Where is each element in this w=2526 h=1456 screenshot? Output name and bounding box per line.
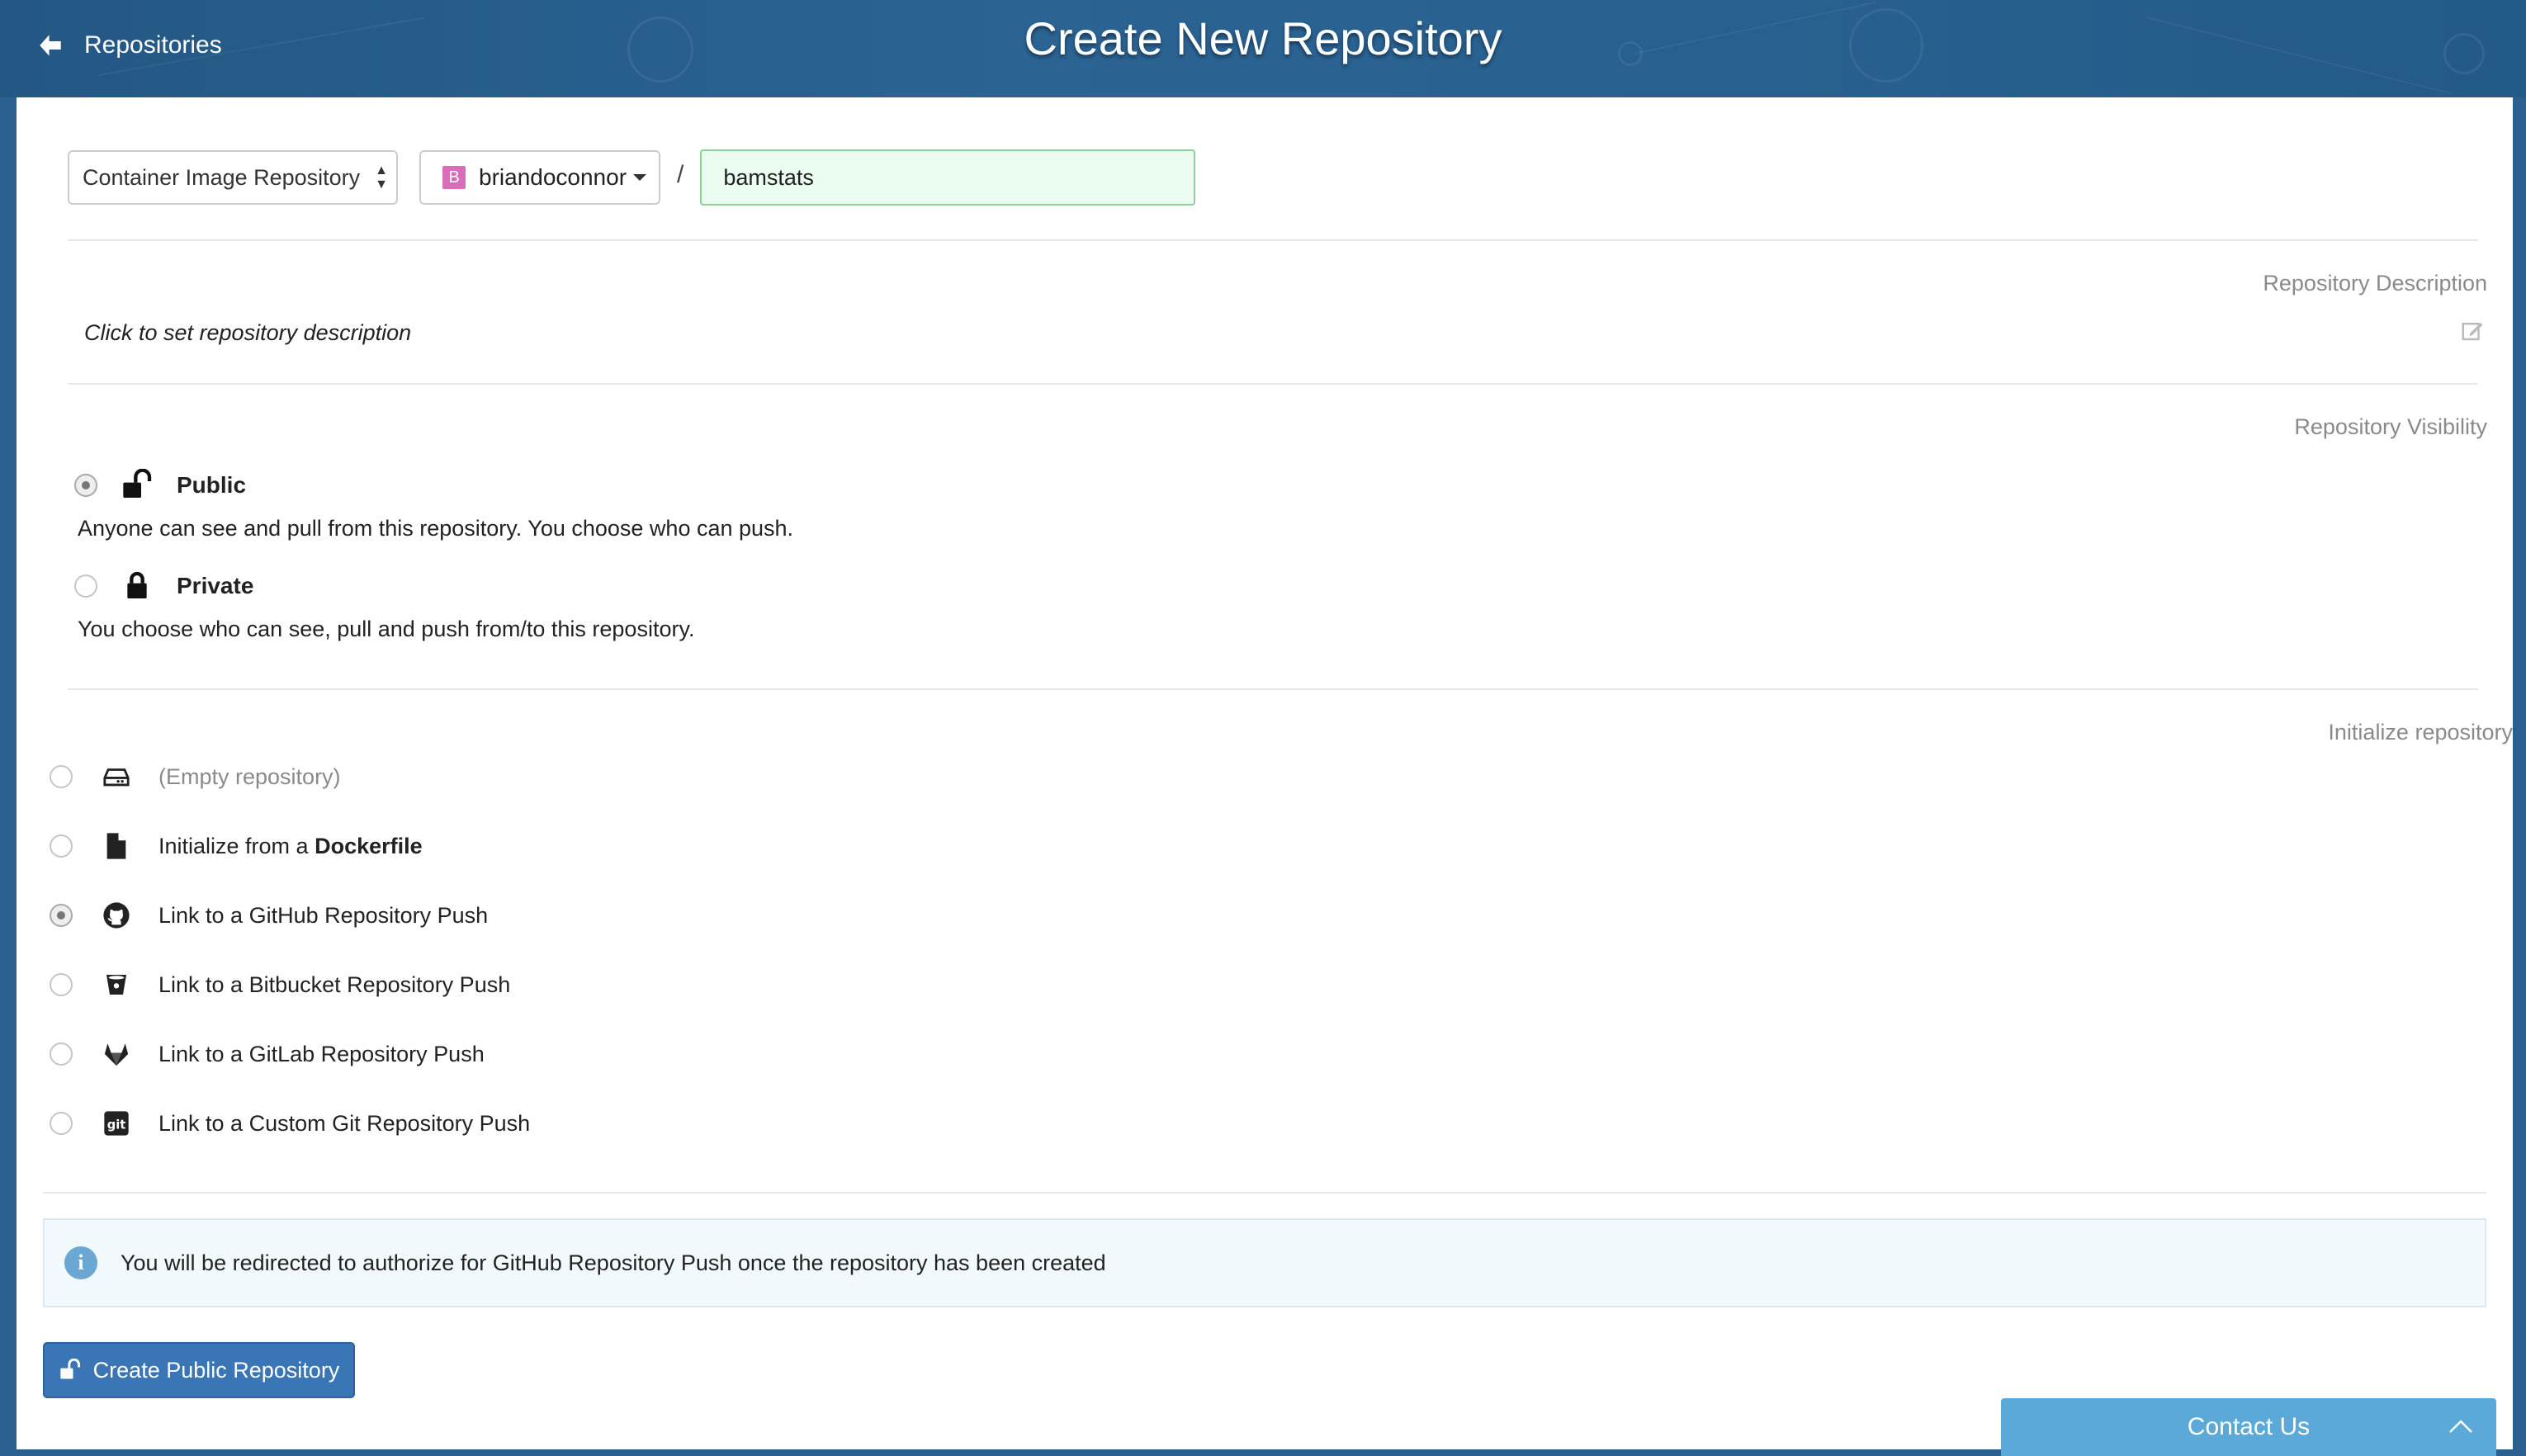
namespace-dropdown[interactable]: B briandoconnor <box>419 150 660 205</box>
repository-name-input[interactable] <box>700 149 1196 206</box>
github-radio[interactable] <box>50 904 73 927</box>
git-icon: git <box>101 1108 132 1139</box>
visibility-section-label: Repository Visibility <box>2294 414 2487 439</box>
init-option-dockerfile[interactable]: Initialize from a Dockerfile <box>50 830 423 862</box>
private-description: You choose who can see, pull and push fr… <box>78 617 695 641</box>
dockerfile-label: Initialize from a Dockerfile <box>158 834 423 859</box>
custom-git-radio[interactable] <box>50 1112 73 1135</box>
visibility-option-public[interactable]: Public <box>74 469 246 502</box>
repository-kind-value: Container Image Repository <box>83 164 361 190</box>
create-repo-panel: Container Image Repository ▲ ▼ B briandoc… <box>17 97 2513 1449</box>
svg-text:git: git <box>107 1118 126 1132</box>
contact-us-widget[interactable]: Contact Us <box>2001 1398 2496 1456</box>
description-editable-text[interactable]: Click to set repository description <box>84 320 411 346</box>
info-icon: i <box>64 1246 97 1279</box>
public-label: Public <box>177 472 247 498</box>
custom-git-label: Link to a Custom Git Repository Push <box>158 1110 531 1136</box>
bitbucket-label: Link to a Bitbucket Repository Push <box>158 971 511 997</box>
gitlab-label: Link to a GitLab Repository Push <box>158 1041 485 1066</box>
dockerfile-label-prefix: Initialize from a <box>158 833 315 858</box>
divider <box>68 239 2478 241</box>
repository-kind-select[interactable]: Container Image Repository ▲ ▼ <box>68 150 398 205</box>
gitlab-radio[interactable] <box>50 1042 73 1066</box>
empty-repo-label: (Empty repository) <box>158 763 341 789</box>
public-description: Anyone can see and pull from this reposi… <box>78 516 794 541</box>
page-title: Create New Repository <box>1024 12 1502 64</box>
private-radio[interactable] <box>74 574 97 598</box>
init-option-custom-git[interactable]: git Link to a Custom Git Repository Push <box>50 1108 530 1139</box>
private-label: Private <box>177 573 254 598</box>
divider <box>43 1192 2486 1194</box>
divider <box>68 383 2478 385</box>
edit-icon[interactable] <box>2460 319 2485 343</box>
init-option-github[interactable]: Link to a GitHub Repository Push <box>50 900 488 931</box>
unlock-icon <box>123 469 152 498</box>
initialize-section-label: Initialize repository <box>2328 720 2513 745</box>
namespace-avatar: B <box>442 166 466 189</box>
init-option-bitbucket[interactable]: Link to a Bitbucket Repository Push <box>50 969 510 1000</box>
select-arrows-icon: ▲ ▼ <box>375 163 388 191</box>
file-icon <box>101 830 132 862</box>
caret-down-icon <box>633 174 647 181</box>
namespace-separator: / <box>677 161 684 188</box>
dockerfile-label-bold: Dockerfile <box>315 833 423 858</box>
dockerfile-radio[interactable] <box>50 834 73 858</box>
lock-icon <box>127 571 147 598</box>
init-option-gitlab[interactable]: Link to a GitLab Repository Push <box>50 1038 485 1070</box>
contact-us-label: Contact Us <box>2187 1413 2311 1440</box>
info-message: You will be redirected to authorize for … <box>121 1250 1106 1275</box>
bitbucket-icon <box>101 969 132 1000</box>
empty-repo-radio[interactable] <box>50 765 73 788</box>
repo-identity-row: Container Image Repository ▲ ▼ B briandoc… <box>68 149 1196 206</box>
visibility-option-private[interactable]: Private <box>74 570 253 603</box>
info-alert: i You will be redirected to authorize fo… <box>43 1218 2486 1307</box>
public-radio[interactable] <box>74 474 97 497</box>
gitlab-icon <box>101 1038 132 1070</box>
divider <box>68 688 2478 690</box>
unlock-icon <box>60 1359 80 1379</box>
github-label: Link to a GitHub Repository Push <box>158 902 489 928</box>
chevron-up-icon <box>2449 1420 2472 1433</box>
namespace-label: briandoconnor <box>479 164 627 190</box>
hdd-icon <box>101 761 132 792</box>
description-section-label: Repository Description <box>2263 271 2487 295</box>
init-option-empty[interactable]: (Empty repository) <box>50 761 341 792</box>
github-icon <box>101 900 132 931</box>
top-header: Repositories Create New Repository <box>0 0 2526 97</box>
create-repository-button[interactable]: Create Public Repository <box>43 1342 355 1398</box>
bitbucket-radio[interactable] <box>50 973 73 996</box>
create-button-label: Create Public Repository <box>92 1357 340 1383</box>
